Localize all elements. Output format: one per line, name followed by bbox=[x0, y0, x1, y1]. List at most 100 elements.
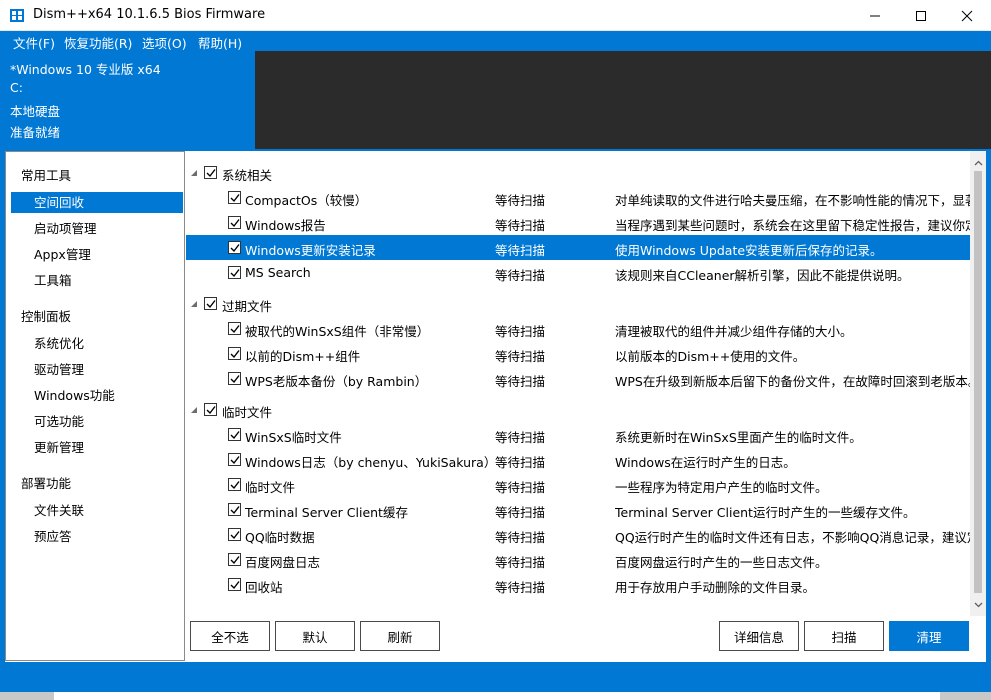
sidebar-group-common-tools: 常用工具 bbox=[21, 168, 72, 183]
sidebar-item-file-association[interactable]: 文件关联 bbox=[11, 500, 183, 521]
item-status: 等待扫描 bbox=[495, 268, 546, 283]
sidebar-item-answer-file[interactable]: 预应答 bbox=[11, 526, 183, 547]
sidebar-item-drivers[interactable]: 驱动管理 bbox=[11, 359, 183, 380]
scan-button[interactable]: 扫描 bbox=[804, 621, 884, 651]
collapse-triangle-icon[interactable] bbox=[190, 300, 198, 308]
item-checkbox[interactable] bbox=[228, 347, 241, 360]
item-description: 清理被取代的组件并减少组件存储的大小。 bbox=[615, 324, 853, 339]
sidebar-item-label: 工具箱 bbox=[34, 273, 72, 288]
tree-group-row[interactable]: 系统相关 bbox=[186, 160, 970, 185]
item-name: 百度网盘日志 bbox=[245, 555, 321, 570]
item-checkbox[interactable] bbox=[228, 453, 241, 466]
tree-item-row[interactable]: Windows更新安装记录 等待扫描 使用Windows Update安装更新后保存… bbox=[186, 235, 970, 260]
item-name: Windows日志（by chenyu、YukiSakura） bbox=[245, 455, 497, 470]
item-description: 系统更新时在WinSxS里面产生的临时文件。 bbox=[615, 430, 862, 445]
scroll-down-button[interactable] bbox=[970, 597, 986, 613]
menu-help[interactable]: 帮助(H) bbox=[198, 33, 242, 52]
item-checkbox[interactable] bbox=[228, 266, 241, 279]
item-checkbox[interactable] bbox=[228, 372, 241, 385]
sidebar-item-startup[interactable]: 启动项管理 bbox=[11, 218, 183, 239]
item-checkbox[interactable] bbox=[228, 216, 241, 229]
item-checkbox[interactable] bbox=[228, 578, 241, 591]
tree-item-row[interactable]: 回收站 等待扫描 用于存放用户手动删除的文件目录。 bbox=[186, 572, 970, 597]
tree-item-row[interactable]: 临时文件 等待扫描 一些程序为特定用户产生的临时文件。 bbox=[186, 472, 970, 497]
chevron-up-icon bbox=[974, 160, 982, 166]
session-info-panel[interactable]: *Windows 10 专业版 x64 C: 本地硬盘 准备就绪 bbox=[0, 51, 255, 149]
sidebar-item-appx[interactable]: Appx管理 bbox=[11, 244, 183, 265]
vertical-scrollbar[interactable] bbox=[970, 151, 986, 616]
sidebar-item-updates[interactable]: 更新管理 bbox=[11, 437, 183, 458]
sidebar-item-label: 系统优化 bbox=[34, 336, 85, 351]
sidebar-item-label: 更新管理 bbox=[34, 440, 85, 455]
item-description: 使用Windows Update安装更新后保存的记录。 bbox=[615, 243, 883, 258]
item-status: 等待扫描 bbox=[495, 480, 546, 495]
main-panel: 系统相关 CompactOs（较慢） 等待扫描 对单纯读取的文件进行哈夫曼压缩，在不影… bbox=[186, 151, 986, 662]
sidebar-item-label: Windows功能 bbox=[34, 388, 115, 403]
tree-item-row[interactable]: Windows日志（by chenyu、YukiSakura） 等待扫描 Windo… bbox=[186, 447, 970, 472]
item-checkbox[interactable] bbox=[228, 191, 241, 204]
collapse-triangle-icon[interactable] bbox=[190, 406, 198, 414]
session-status: 准备就绪 bbox=[10, 125, 61, 140]
group-label: 过期文件 bbox=[222, 299, 273, 314]
sidebar: 常用工具 空间回收 启动项管理 Appx管理 工具箱 控制面板 系统优化 驱动管… bbox=[5, 151, 185, 661]
item-description: 以前版本的Dism++使用的文件。 bbox=[615, 349, 806, 364]
tree-item-row[interactable]: MS Search 等待扫描 该规则来自CCleaner解析引擎，因此不能提供说明。 bbox=[186, 260, 970, 285]
minimize-button[interactable] bbox=[852, 0, 898, 31]
menu-options[interactable]: 选项(O) bbox=[142, 33, 187, 52]
item-status: 等待扫描 bbox=[495, 349, 546, 364]
item-checkbox[interactable] bbox=[228, 241, 241, 254]
item-description: 用于存放用户手动删除的文件目录。 bbox=[615, 580, 816, 595]
item-checkbox[interactable] bbox=[228, 528, 241, 541]
sidebar-item-space-cleanup[interactable]: 空间回收 bbox=[11, 192, 183, 213]
maximize-icon bbox=[916, 10, 926, 21]
close-button[interactable] bbox=[944, 0, 990, 31]
details-button[interactable]: 详细信息 bbox=[719, 621, 799, 651]
item-checkbox[interactable] bbox=[228, 428, 241, 441]
tree-item-row[interactable]: Windows报告 等待扫描 当程序遇到某些问题时，系统会在这里留下稳定性报告，建议… bbox=[186, 210, 970, 235]
item-status: 等待扫描 bbox=[495, 430, 546, 445]
collapse-triangle-icon[interactable] bbox=[190, 169, 198, 177]
item-checkbox[interactable] bbox=[228, 322, 241, 335]
sidebar-item-windows-features[interactable]: Windows功能 bbox=[11, 385, 183, 406]
item-checkbox[interactable] bbox=[228, 503, 241, 516]
item-checkbox[interactable] bbox=[228, 553, 241, 566]
clean-button[interactable]: 清理 bbox=[889, 621, 969, 651]
group-checkbox[interactable] bbox=[204, 403, 217, 416]
group-checkbox[interactable] bbox=[204, 166, 217, 179]
sidebar-item-label: 驱动管理 bbox=[34, 362, 85, 377]
scroll-up-button[interactable] bbox=[970, 155, 986, 171]
maximize-button[interactable] bbox=[898, 0, 944, 31]
scroll-thumb[interactable] bbox=[974, 171, 982, 593]
item-status: 等待扫描 bbox=[495, 374, 546, 389]
sidebar-item-optional-features[interactable]: 可选功能 bbox=[11, 411, 183, 432]
tree-item-row[interactable]: 百度网盘日志 等待扫描 百度网盘运行时产生的一些日志文件。 bbox=[186, 547, 970, 572]
tree-item-row[interactable]: Terminal Server Client缓存 等待扫描 Terminal Ser… bbox=[186, 497, 970, 522]
close-icon bbox=[961, 10, 973, 21]
tree-item-row[interactable]: 以前的Dism++组件 等待扫描 以前版本的Dism++使用的文件。 bbox=[186, 341, 970, 366]
sidebar-item-label: 文件关联 bbox=[34, 503, 85, 518]
tree-group-row[interactable]: 过期文件 bbox=[186, 291, 970, 316]
item-checkbox[interactable] bbox=[228, 478, 241, 491]
group-checkbox[interactable] bbox=[204, 297, 217, 310]
minimize-icon bbox=[870, 15, 880, 16]
item-description: Windows在运行时产生的日志。 bbox=[615, 455, 796, 470]
item-status: 等待扫描 bbox=[495, 218, 546, 233]
item-name: Windows更新安装记录 bbox=[245, 243, 376, 258]
tree-item-row[interactable]: CompactOs（较慢） 等待扫描 对单纯读取的文件进行哈夫曼压缩，在不影响性能的… bbox=[186, 185, 970, 210]
tree-item-row[interactable]: 被取代的WinSxS组件（非常慢） 等待扫描 清理被取代的组件并减少组件存储的大小。 bbox=[186, 316, 970, 341]
tree-item-row[interactable]: WPS老版本备份（by Rambin） 等待扫描 WPS在升级到新版本后留下的备份文… bbox=[186, 366, 970, 391]
menu-bar: 文件(F) 恢复功能(R) 选项(O) 帮助(H) bbox=[0, 31, 991, 51]
menu-restore[interactable]: 恢复功能(R) bbox=[64, 33, 132, 52]
disk-type: 本地硬盘 bbox=[10, 104, 61, 119]
tree-item-row[interactable]: QQ临时数据 等待扫描 QQ运行时产生的临时文件还有日志，不影响QQ消息记录，建议定… bbox=[186, 522, 970, 547]
sidebar-item-toolbox[interactable]: 工具箱 bbox=[11, 270, 183, 291]
tree-item-row[interactable]: WinSxS临时文件 等待扫描 系统更新时在WinSxS里面产生的临时文件。 bbox=[186, 422, 970, 447]
item-description: 当程序遇到某些问题时，系统会在这里留下稳定性报告，建议你定期 bbox=[615, 218, 970, 233]
sidebar-item-system-optimize[interactable]: 系统优化 bbox=[11, 333, 183, 354]
refresh-button[interactable]: 刷新 bbox=[360, 621, 440, 651]
default-button[interactable]: 默认 bbox=[275, 621, 355, 651]
select-none-button[interactable]: 全不选 bbox=[190, 621, 270, 651]
tree-group-row[interactable]: 临时文件 bbox=[186, 397, 970, 422]
item-description: QQ运行时产生的临时文件还有日志，不影响QQ消息记录，建议定期 bbox=[615, 530, 970, 545]
menu-file[interactable]: 文件(F) bbox=[13, 33, 55, 52]
